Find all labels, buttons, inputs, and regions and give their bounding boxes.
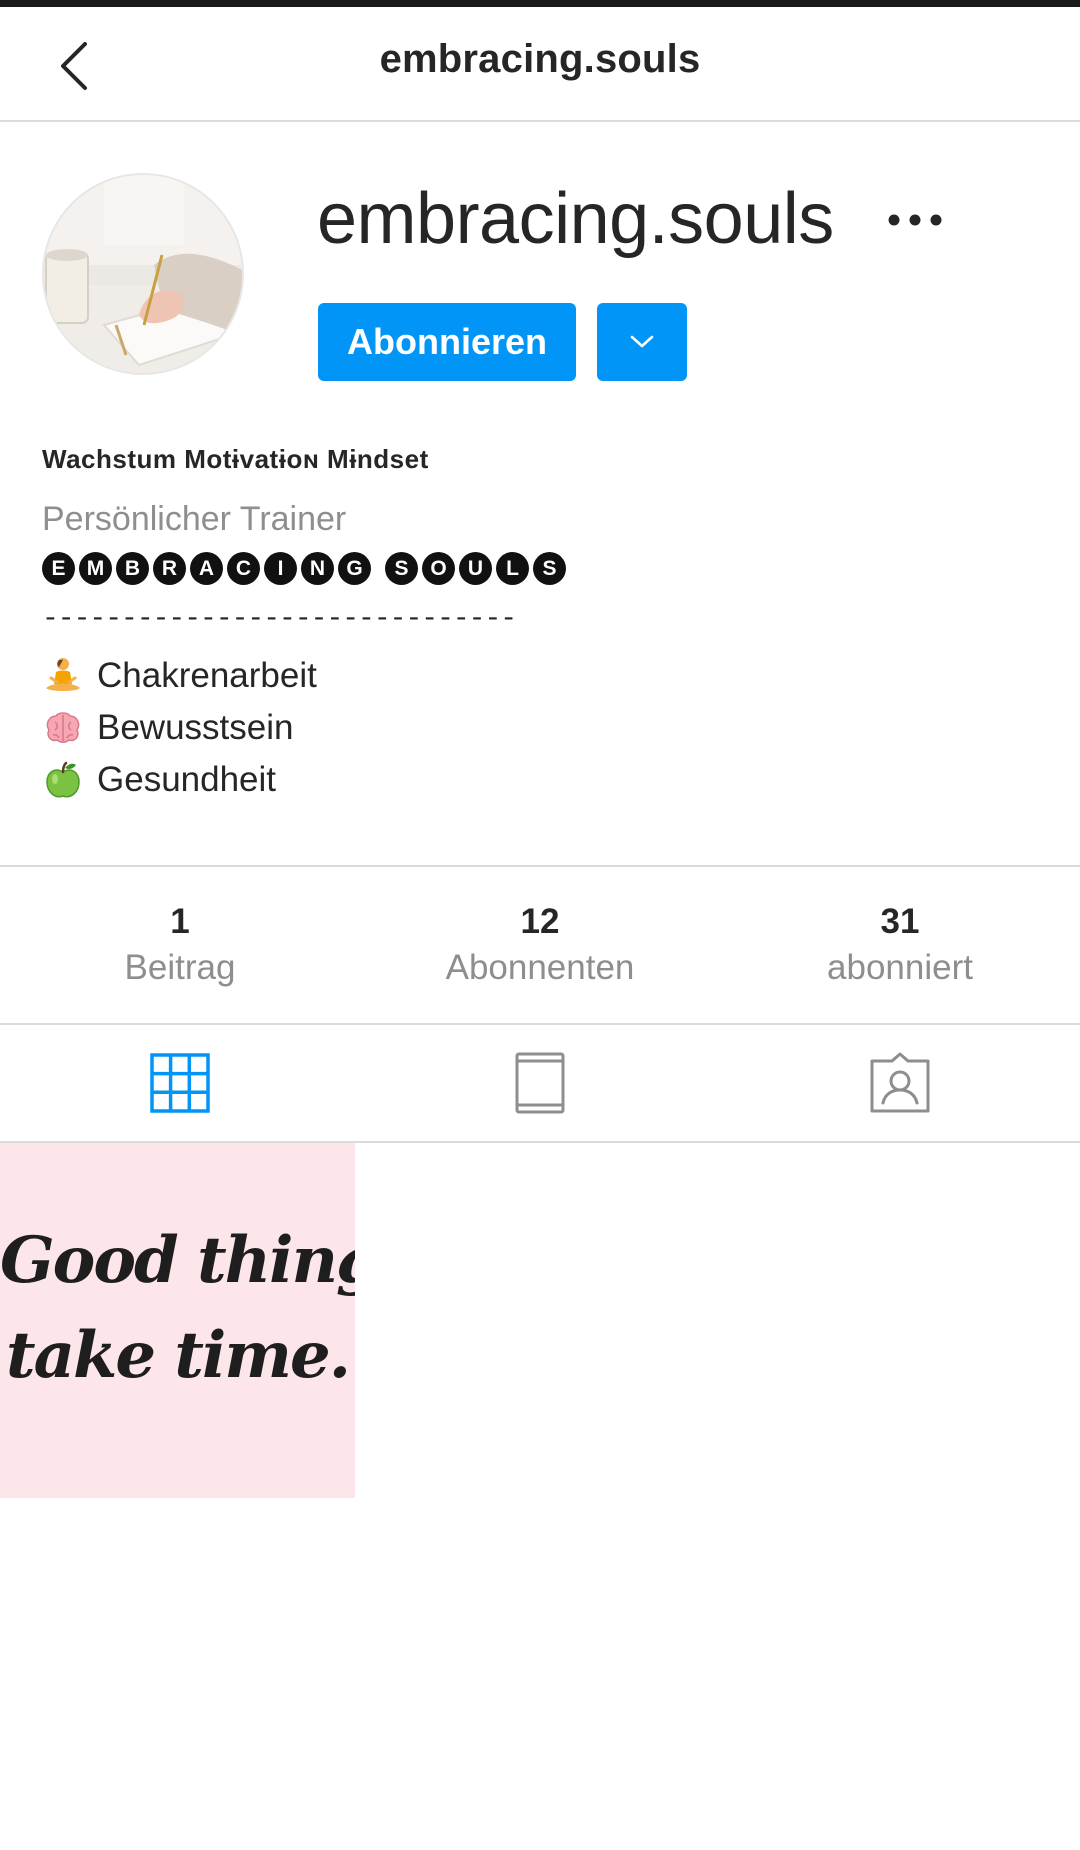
tab-tagged[interactable] xyxy=(720,1025,1080,1141)
bio-line-chakra: Chakrenarbeit xyxy=(42,655,317,697)
bio-line-text: Bewusstsein xyxy=(97,708,294,747)
brand-letter: B xyxy=(116,552,149,585)
bio-category: Persönlicher Trainer xyxy=(42,500,347,538)
stat-following-label: abonniert xyxy=(827,948,973,987)
stat-posts[interactable]: 1 Beitrag xyxy=(0,900,360,992)
grid-icon xyxy=(150,1053,210,1113)
more-options-button[interactable] xyxy=(880,200,950,240)
suggestions-dropdown-button[interactable] xyxy=(597,303,687,381)
bio-name: Wachstum Motɨvatɨoɴ Mɨndset xyxy=(42,444,429,474)
meditation-emoji-icon xyxy=(42,655,84,697)
post-thumbnail[interactable]: Good things take time. xyxy=(0,1143,355,1498)
brand-letter: S xyxy=(385,552,418,585)
post-quote-line: take time. xyxy=(6,1318,351,1393)
brand-letter: S xyxy=(533,552,566,585)
status-bar-strip xyxy=(0,0,1080,7)
brand-letter: O xyxy=(422,552,455,585)
bio-line-text: Gesundheit xyxy=(97,760,277,799)
tab-posts-grid[interactable] xyxy=(0,1025,360,1141)
bio-line-text: Chakrenarbeit xyxy=(97,656,317,695)
brain-emoji-icon xyxy=(42,707,84,749)
bio-line-health: Gesundheit xyxy=(42,759,276,801)
stat-posts-value: 1 xyxy=(170,902,190,941)
tagged-icon xyxy=(870,1052,930,1113)
more-horizontal-icon xyxy=(888,214,942,226)
brand-letter: N xyxy=(301,552,334,585)
follow-button[interactable]: Abonnieren xyxy=(318,303,576,381)
chevron-down-icon xyxy=(630,335,654,348)
profile-username: embracing.souls xyxy=(317,179,834,259)
stat-followers-value: 12 xyxy=(520,902,560,941)
bio-line-awareness: Bewusstsein xyxy=(42,707,293,749)
stat-followers[interactable]: 12 Abonnenten xyxy=(360,900,720,992)
top-navigation-bar: embracing.souls xyxy=(0,7,1080,122)
avatar[interactable] xyxy=(42,173,244,375)
post-quote-line: Good things xyxy=(0,1223,355,1298)
stat-following-value: 31 xyxy=(880,902,920,941)
brand-letter: U xyxy=(459,552,492,585)
green-apple-emoji-icon xyxy=(42,759,84,801)
brand-letter: G xyxy=(338,552,371,585)
bio-divider: ------------------------------ xyxy=(42,604,517,635)
igtv-icon xyxy=(515,1052,565,1114)
brand-letter: M xyxy=(79,552,112,585)
brand-letter: I xyxy=(264,552,297,585)
stat-posts-label: Beitrag xyxy=(124,948,236,987)
header-title: embracing.souls xyxy=(379,37,701,81)
stat-following[interactable]: 31 abonniert xyxy=(720,900,1080,992)
tab-igtv[interactable] xyxy=(360,1025,720,1141)
divider xyxy=(0,865,1080,867)
brand-letter: E xyxy=(42,552,75,585)
profile-photo xyxy=(44,175,242,373)
brand-letter: A xyxy=(190,552,223,585)
stat-followers-label: Abonnenten xyxy=(445,948,635,987)
brand-letter: C xyxy=(227,552,260,585)
bio-brand-text: EMBRACINGSOULS xyxy=(42,552,570,585)
brand-letter: L xyxy=(496,552,529,585)
brand-letter: R xyxy=(153,552,186,585)
